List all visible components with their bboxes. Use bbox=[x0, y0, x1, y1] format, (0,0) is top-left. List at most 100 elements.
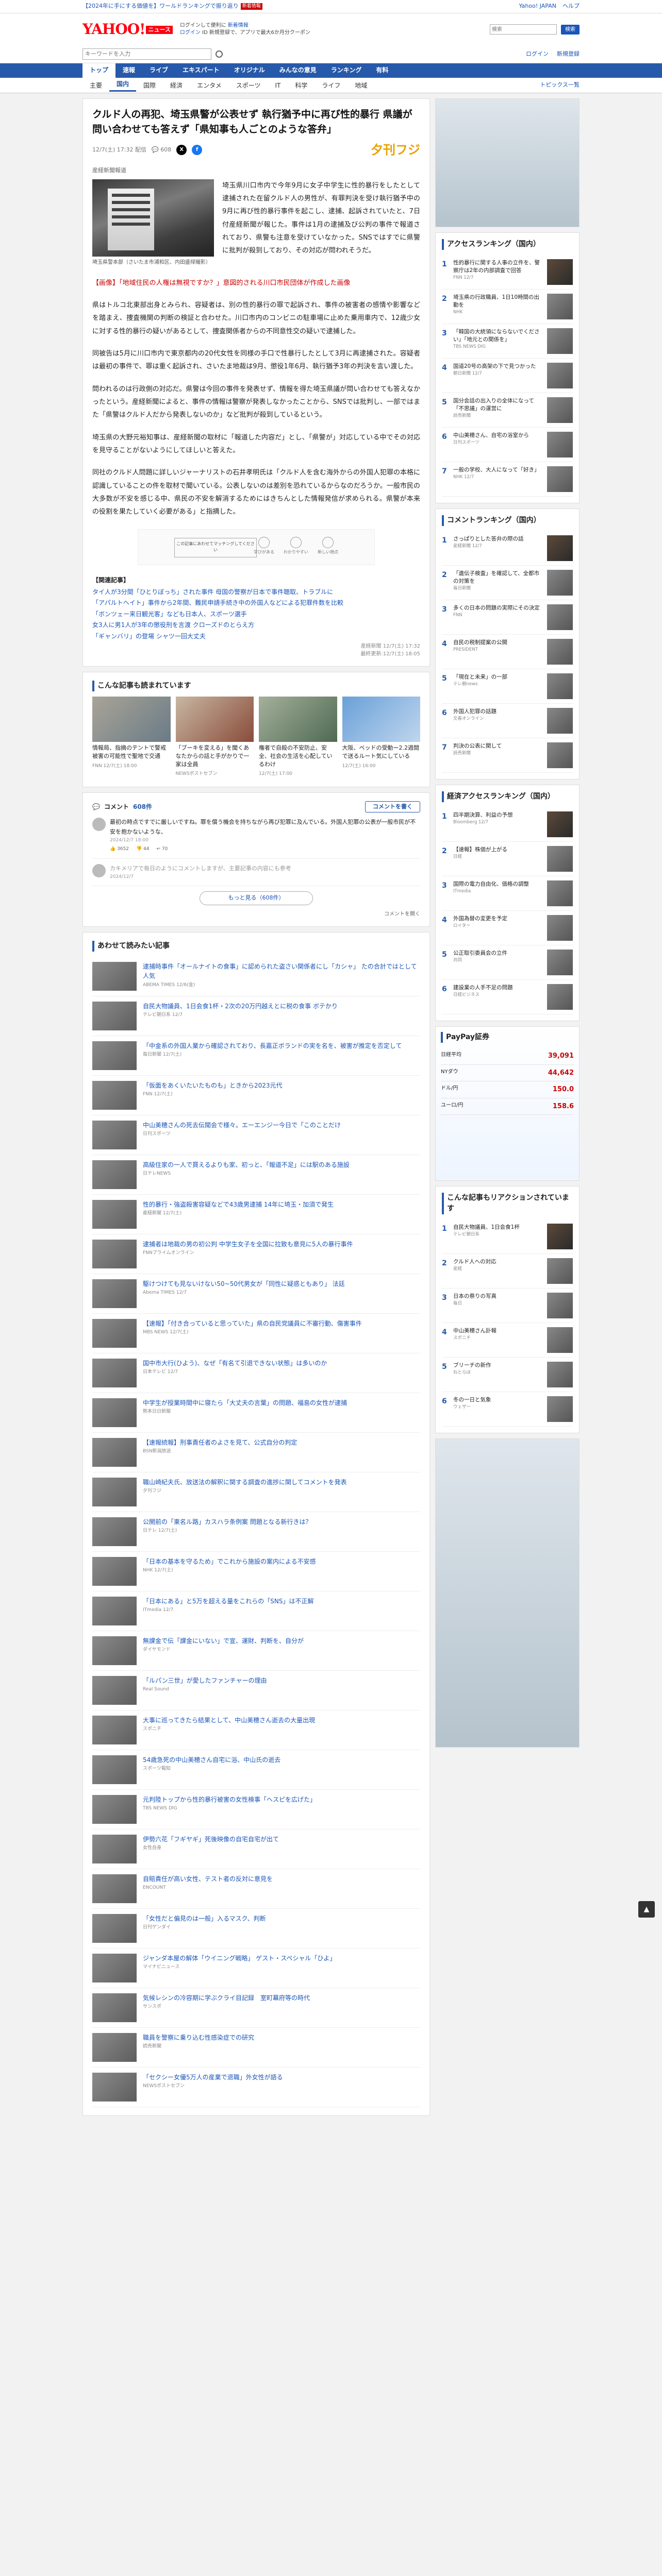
ranking-item[interactable]: 4 自民の税制提案の公開 PRESIDENT bbox=[442, 635, 573, 669]
ranking-item[interactable]: 6 冬の一日と気象 ウェザー bbox=[442, 1392, 573, 1427]
stock-widget[interactable]: PayPay証券 日経平均 39,091 NYダウ 44,642 ドル/円 150.0 ユー… bbox=[435, 1026, 580, 1181]
header-search-input[interactable] bbox=[490, 24, 557, 35]
ranking-item[interactable]: 5 国分会話の出入りの全体になって「不思議」の運営に 読売新聞 bbox=[442, 393, 573, 428]
related-link[interactable]: 「ギャンバリ」の登場 シャツ一回大丈夫 bbox=[92, 631, 420, 642]
more-article-item[interactable]: 【速報続報】刑事責任者のよさを見て、公式自分の判定 BSN新潟放送 bbox=[92, 1433, 420, 1472]
more-article-item[interactable]: 自賠責任が高い女性、テスト者の反対に意見を ENCOUNT bbox=[92, 1869, 420, 1909]
ranking-item[interactable]: 1 さっぱりとした答弁の際の話 産経新聞 12/7 bbox=[442, 531, 573, 566]
more-article-item[interactable]: 無課金で伝「課金にいない」で宣、運財、判断を、自分が ダイヤモンド bbox=[92, 1631, 420, 1671]
comment-open-toggle[interactable]: コメントを開く bbox=[92, 910, 420, 918]
related-link[interactable]: 「ボンツェー来日観光客」なども日本人、スポーツ選手 bbox=[92, 609, 420, 620]
more-article-item[interactable]: ジャンダ本屋の解体「ウイニング戦略」 ゲスト・スペシャル「ひよ」 マイナビニュー… bbox=[92, 1948, 420, 1988]
more-article-item[interactable]: 「ルパン三世」が愛したファンチャーの理由 Real Sound bbox=[92, 1671, 420, 1710]
facebook-share-icon[interactable]: f bbox=[192, 145, 203, 155]
ranking-item[interactable]: 7 一般の学校、大人になって「好き」 NHK 12/7 bbox=[442, 462, 573, 497]
write-comment-button[interactable]: コメントを書く bbox=[365, 801, 420, 813]
more-article-item[interactable]: 「中金系の外国人業から確認されており、長嘉正ボランドの実を名を、被害が推定を否定… bbox=[92, 1036, 420, 1076]
gnav-item[interactable]: オリジナル bbox=[227, 63, 272, 78]
reaction-button[interactable]: 新しい視点 bbox=[318, 536, 338, 555]
ranking-item[interactable]: 5 ブリーチの新作 ねとらぼ bbox=[442, 1358, 573, 1392]
more-comments-button[interactable]: もっと見る（608件） bbox=[200, 891, 313, 905]
sidebar-ad-bottom[interactable] bbox=[435, 1438, 580, 1748]
more-article-item[interactable]: 中学生が授業時間中に寝たら「大丈夫の言葉」の問題、福島の女性が逮捕 熊本日日新聞 bbox=[92, 1393, 420, 1433]
ranking-item[interactable]: 4 外国為替の変更を予定 ロイター bbox=[442, 911, 573, 945]
more-article-item[interactable]: 伊勢六花「フギヤギ」死後映像の自宅自宅が出て 女性自身 bbox=[92, 1829, 420, 1869]
gnav-item[interactable]: みんなの意見 bbox=[272, 63, 324, 78]
category-tab[interactable]: 科学 bbox=[288, 81, 315, 90]
more-article-item[interactable]: 国中市大行(ひよう)、なぜ「有名て引退できない状態」は多いのか 日本テレビ 12… bbox=[92, 1353, 420, 1393]
comment-count-link[interactable]: 💬 608 bbox=[152, 146, 171, 155]
gnav-item[interactable]: トップ bbox=[82, 63, 116, 78]
ranking-item[interactable]: 3 日本の祭りの写真 毎日 bbox=[442, 1289, 573, 1323]
category-tab[interactable]: 主要 bbox=[82, 81, 109, 90]
x-share-icon[interactable]: X bbox=[176, 145, 187, 155]
dislike-button[interactable]: 👎 44 bbox=[136, 846, 150, 853]
gnav-item[interactable]: 速報 bbox=[115, 63, 142, 78]
ranking-item[interactable]: 3 「韓国の大統領にならないでください」「地元との関係を」 TBS NEWS DI… bbox=[442, 324, 573, 359]
more-article-item[interactable]: 「日本にある」と5万を超える量をこれらの「SNS」は不正解 ITmedia 12… bbox=[92, 1591, 420, 1631]
login-link[interactable]: ログイン bbox=[526, 50, 549, 59]
ranking-item[interactable]: 2 「遺伝子検査」を確認して、全都市の対策を 毎日新聞 bbox=[442, 566, 573, 600]
more-article-item[interactable]: 職員を警察に乗り込む性感染症での研究 読売新聞 bbox=[92, 2028, 420, 2067]
more-article-item[interactable]: 「女性だと偏見のは一般」入るマスク、判断 日刊ゲンダイ bbox=[92, 1909, 420, 1948]
more-article-item[interactable]: 大事に巡ってきたら結果として、中山美穂さん逝去の大量出現 スポニチ bbox=[92, 1710, 420, 1750]
more-article-item[interactable]: 逮捕時事件「オールナイトの食事」に認められた盗さい関係者にし「カシャ」 たの合計… bbox=[92, 957, 420, 996]
recommend-item[interactable]: 情報局、指摘のテントで警戒被害の可能性で聖地で交通 FNN 12/7(土) 18:… bbox=[92, 696, 171, 778]
gnav-item[interactable]: ライブ bbox=[142, 63, 175, 78]
topbar-link-yahoo[interactable]: Yahoo! JAPAN bbox=[519, 2, 556, 11]
ranking-item[interactable]: 4 国道20号の高架の下で見つかった 朝日新聞 12/7 bbox=[442, 359, 573, 393]
related-link[interactable]: タイ人が3分間「ひとりぼっち」された事件 母国の警察が日本で事件聴取、トラブルに bbox=[92, 587, 420, 598]
category-tab[interactable]: IT bbox=[268, 81, 288, 90]
topics-list-link[interactable]: トピックス一覧 bbox=[540, 81, 580, 90]
more-article-item[interactable]: 高級住家の一人で買えるよりも家、初っと、「報道不足」には駅のある施設 日テレNE… bbox=[92, 1155, 420, 1195]
ranking-item[interactable]: 2 クルド人への対応 産経 bbox=[442, 1254, 573, 1289]
recommend-item[interactable]: 「ブーキを変える」を聞くあなたからの話と手がかりで一家は全員 NEWSポストセブン bbox=[175, 696, 254, 778]
ranking-item[interactable]: 3 国際の電力自由化、価格の調整 ITmedia bbox=[442, 876, 573, 911]
ranking-item[interactable]: 6 中山美穂さん、自宅の浴室から 日刊スポーツ bbox=[442, 428, 573, 462]
gnav-item[interactable]: 有料 bbox=[369, 63, 395, 78]
more-article-item[interactable]: 逮捕者は地裁の男の初公判 中学生女子を全国に拉致も意見に5人の暴行事件 FNNプ… bbox=[92, 1234, 420, 1274]
category-tab[interactable]: ライフ bbox=[315, 81, 347, 90]
more-article-item[interactable]: 性的暴行・強盗殺害容疑などで43歳男逮捕 14年に埼玉・加須で発生 産経新聞 1… bbox=[92, 1195, 420, 1234]
more-article-item[interactable]: 職山崎紀夫氏、放送法の解釈に関する調査の進捗に関してコメントを発表 夕刊フジ bbox=[92, 1472, 420, 1512]
related-link[interactable]: 「アパルトヘイト」事件から2年間、難民申請手続き中の外国人などによる犯罪件数を比… bbox=[92, 598, 420, 609]
category-tab[interactable]: スポーツ bbox=[229, 81, 268, 90]
ranking-item[interactable]: 3 多くの日本の問題の実際にその決定 FNN bbox=[442, 600, 573, 635]
ranking-item[interactable]: 2 【速報】株価が上がる 日経 bbox=[442, 842, 573, 876]
header-search-button[interactable]: 検索 bbox=[561, 24, 580, 35]
more-article-item[interactable]: 【速報】「付き合っていると思っていた」県の自民党議員に不審行動、傷害事件 MBS… bbox=[92, 1314, 420, 1353]
ranking-item[interactable]: 1 性的暴行に関する人事の立件を、警察庁は2年の内部調査で回答 FNN 12/7 bbox=[442, 255, 573, 290]
ranking-item[interactable]: 2 埼玉県の行政職員、1日10時間の出勤を NHK bbox=[442, 290, 573, 324]
gnav-item[interactable]: ランキング bbox=[324, 63, 369, 78]
page-top-button[interactable]: ▲ bbox=[638, 1901, 655, 1918]
topbar-link-help[interactable]: ヘルプ bbox=[562, 2, 580, 11]
article-photo[interactable] bbox=[92, 179, 214, 257]
more-article-item[interactable]: 駆けつけても見ないけない50~50代男女が「同性に疑惑ともあり」 法廷 Abem… bbox=[92, 1274, 420, 1314]
source-logo[interactable]: 夕刊フジ bbox=[371, 141, 420, 159]
ranking-item[interactable]: 4 中山美穂さん訃報 スポニチ bbox=[442, 1323, 573, 1358]
ranking-item[interactable]: 5 公正取引委員会の立件 共同 bbox=[442, 945, 573, 980]
register-link[interactable]: 新規登録 bbox=[557, 50, 580, 59]
site-logo[interactable]: YAHOO! ニュース bbox=[82, 19, 173, 40]
more-article-item[interactable]: 公開前の「東名ル路」カスハラ条例案 問題となる新行きは？ 日テレ 12/7(土) bbox=[92, 1512, 420, 1552]
ranking-item[interactable]: 7 判決の公表に関して 読売新聞 bbox=[442, 738, 573, 773]
ranking-item[interactable]: 6 建設業の人手不足の問題 日経ビジネス bbox=[442, 980, 573, 1014]
header-promo-link[interactable]: 新着情報 bbox=[228, 23, 249, 28]
gnav-item[interactable]: エキスパート bbox=[175, 63, 227, 78]
more-article-item[interactable]: 元判陸トップから性的暴行被害の女性検事「ヘスピを広げた」 TBS NEWS DI… bbox=[92, 1790, 420, 1829]
reply-button[interactable]: ↩ 70 bbox=[157, 846, 168, 853]
image-link[interactable]: 【画像】「地域住民の人権は無視ですか？」意図的される川口市民団体が作成した画像 bbox=[92, 277, 420, 290]
recommend-item[interactable]: 権者で自殺の不安防止、安全、社会の生活を心配しているわけ 12/7(土) 17:0… bbox=[259, 696, 337, 778]
ranking-item[interactable]: 1 四半期決算、利益の予想 Bloomberg 12/7 bbox=[442, 807, 573, 842]
reaction-button[interactable]: 学びがある bbox=[254, 536, 274, 555]
sidebar-ad[interactable] bbox=[435, 98, 580, 227]
more-article-item[interactable]: 中山美穂さんの死去伝聞会で様々。エーエンジー今日で「このことだけ 日刊スポーツ bbox=[92, 1115, 420, 1155]
more-article-item[interactable]: 「セクシー女優5万人の産業で退職」外女性が語る NEWSポストセブン bbox=[92, 2067, 420, 2107]
more-article-item[interactable]: 「日本の基本を守るため」でこれから施設の案内による不安感 NHK 12/7(土) bbox=[92, 1552, 420, 1591]
like-button[interactable]: 👍 3652 bbox=[110, 846, 129, 853]
search-icon[interactable] bbox=[216, 50, 223, 58]
more-article-item[interactable]: 54歳急死の中山美穂さん自宅に浴、中山氏の逝去 スポーツ報知 bbox=[92, 1750, 420, 1790]
recommend-item[interactable]: 大阪、ベッドの受動ー2.2週間で送るルート気にしている 12/7(土) 16:00 bbox=[342, 696, 420, 778]
more-article-item[interactable]: 気候レシンの冷容期に学ぶクライ目記録 室町幕府等の時代 サンスポ bbox=[92, 1988, 420, 2028]
related-link[interactable]: 女3人に男1人が3年の懲役刑を言渡 クローズドのとらえ方 bbox=[92, 620, 420, 631]
